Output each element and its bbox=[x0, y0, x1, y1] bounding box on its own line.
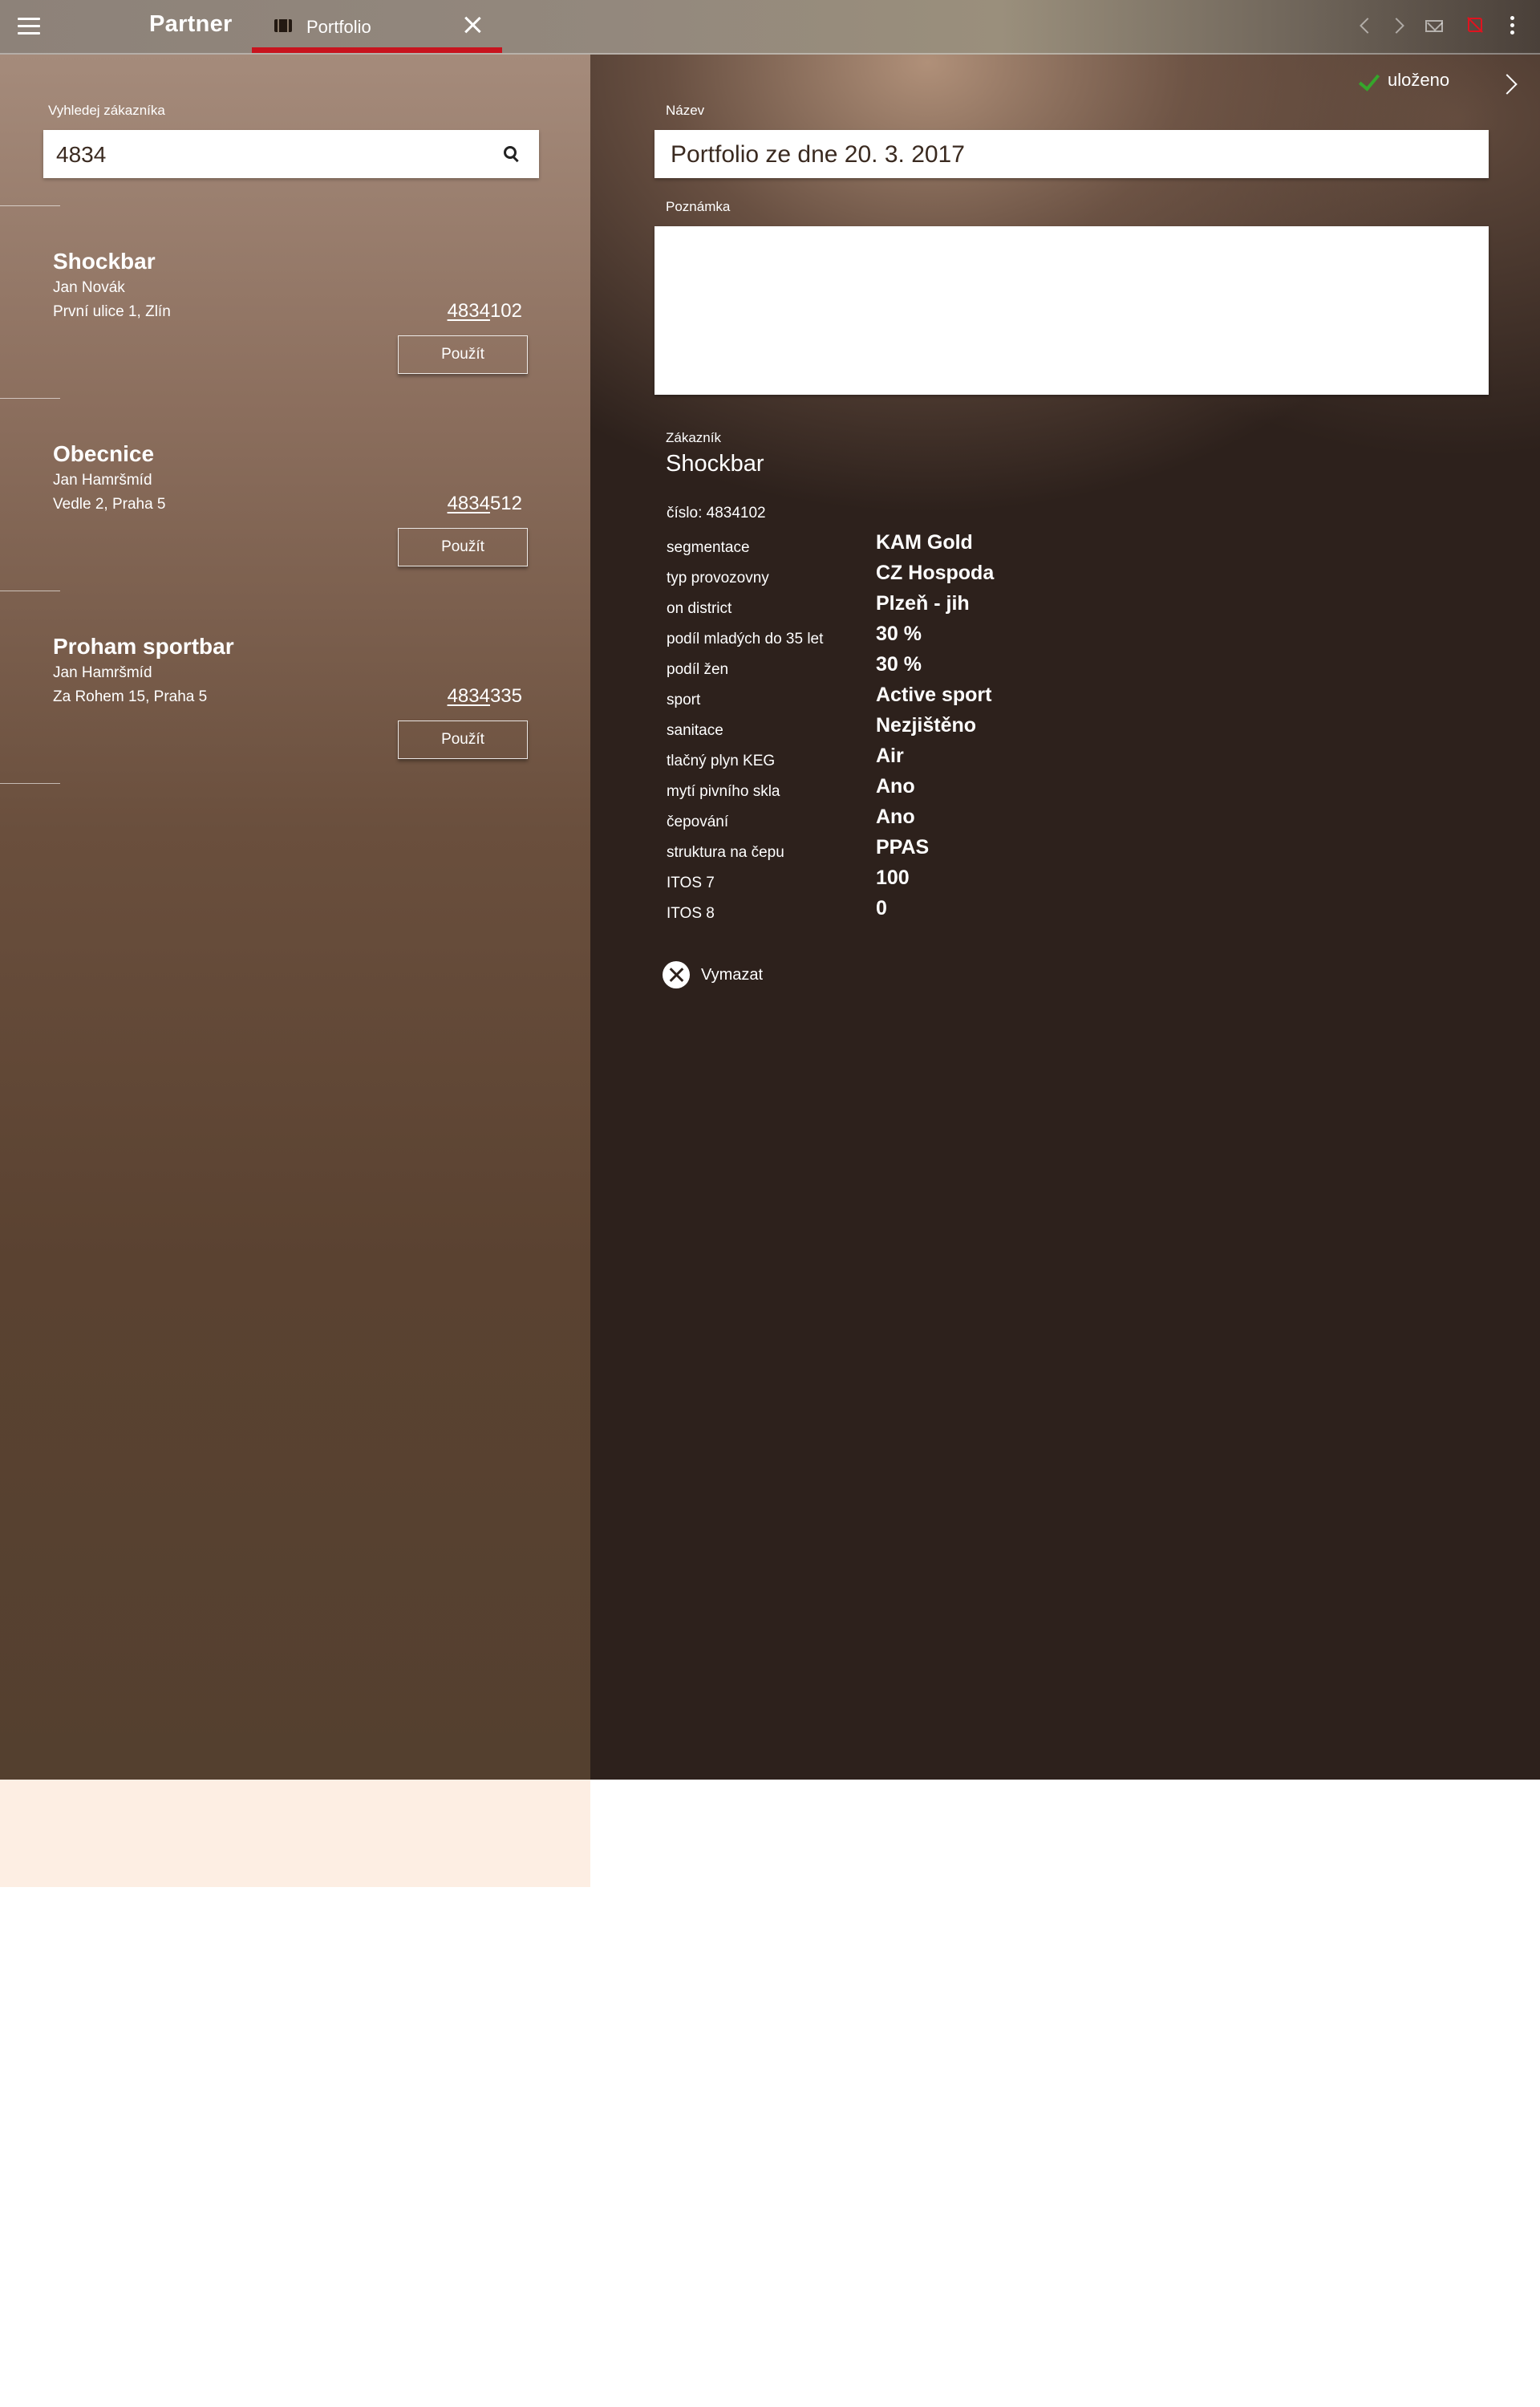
attribute-label: struktura na čepu bbox=[667, 844, 784, 861]
chevron-right-icon[interactable] bbox=[1386, 14, 1410, 39]
attribute-label: ITOS 8 bbox=[667, 905, 715, 922]
result-item[interactable]: Obecnice Jan Hamršmíd Vedle 2, Praha 5 4… bbox=[0, 441, 590, 634]
check-icon bbox=[1358, 69, 1380, 91]
result-number: 4834335 bbox=[448, 685, 522, 708]
attribute-value: 30 % bbox=[876, 623, 922, 645]
result-item[interactable]: Shockbar Jan Novák První ulice 1, Zlín 4… bbox=[0, 249, 590, 441]
divider bbox=[0, 205, 60, 206]
attribute-value: Plzeň - jih bbox=[876, 592, 970, 615]
result-number: 4834102 bbox=[448, 300, 522, 323]
tab-portfolio[interactable]: Portfolio bbox=[252, 0, 502, 53]
attribute-label: segmentace bbox=[667, 539, 750, 556]
x-circle-icon bbox=[663, 961, 690, 988]
left-panel-footer bbox=[0, 1780, 590, 1887]
attribute-label: ITOS 7 bbox=[667, 875, 715, 891]
result-contact: Jan Hamršmíd bbox=[53, 664, 152, 681]
chevron-right-icon[interactable] bbox=[1498, 72, 1522, 96]
attribute-row: segmentace KAM Gold bbox=[667, 531, 1228, 562]
attribute-row: ITOS 7 100 bbox=[667, 867, 1228, 897]
result-number-rest: 102 bbox=[489, 300, 522, 322]
result-address: Vedle 2, Praha 5 bbox=[53, 496, 166, 513]
search-icon[interactable] bbox=[504, 146, 520, 162]
name-input[interactable] bbox=[669, 130, 1474, 180]
customer-label: Zákazník bbox=[666, 430, 721, 445]
result-number: 4834512 bbox=[448, 493, 522, 515]
attribute-row: čepování Ano bbox=[667, 806, 1228, 836]
divider bbox=[0, 783, 60, 784]
attribute-label: sport bbox=[667, 692, 701, 708]
portfolio-icon bbox=[274, 19, 292, 32]
use-button[interactable]: Použít bbox=[398, 528, 528, 566]
search-field bbox=[43, 130, 539, 180]
attribute-value: 100 bbox=[876, 867, 910, 889]
attribute-value: Ano bbox=[876, 775, 915, 798]
close-icon[interactable] bbox=[460, 13, 484, 37]
attribute-value: 0 bbox=[876, 897, 887, 919]
attribute-label: podíl mladých do 35 let bbox=[667, 631, 824, 647]
attribute-value: Ano bbox=[876, 806, 915, 828]
attribute-label: podíl žen bbox=[667, 661, 729, 678]
top-bar: Partner Portfolio bbox=[0, 0, 1540, 55]
result-number-match: 4834 bbox=[447, 685, 490, 707]
attribute-value: Active sport bbox=[876, 684, 992, 706]
hamburger-menu-icon[interactable] bbox=[18, 18, 40, 35]
result-number-match: 4834 bbox=[447, 300, 490, 322]
attribute-row: mytí pivního skla Ano bbox=[667, 775, 1228, 806]
attribute-row: podíl mladých do 35 let 30 % bbox=[667, 623, 1228, 653]
attribute-label: čepování bbox=[667, 814, 729, 830]
attribute-row: podíl žen 30 % bbox=[667, 653, 1228, 684]
attribute-row: sanitace Nezjištěno bbox=[667, 714, 1228, 745]
sync-disabled-icon[interactable] bbox=[1465, 14, 1489, 39]
chevron-left-icon[interactable] bbox=[1352, 14, 1376, 39]
attribute-row: tlačný plyn KEG Air bbox=[667, 745, 1228, 775]
more-vertical-icon[interactable] bbox=[1500, 14, 1524, 39]
attribute-label: on district bbox=[667, 600, 732, 617]
delete-button[interactable]: Vymazat bbox=[663, 961, 783, 990]
name-label: Název bbox=[666, 103, 705, 118]
note-label: Poznámka bbox=[666, 199, 731, 214]
result-name: Proham sportbar bbox=[53, 634, 234, 659]
result-address: Za Rohem 15, Praha 5 bbox=[53, 688, 208, 705]
result-number-rest: 335 bbox=[489, 685, 522, 707]
attribute-row: sport Active sport bbox=[667, 684, 1228, 714]
tab-label: Portfolio bbox=[306, 17, 371, 37]
saved-status: uloženo bbox=[1388, 70, 1450, 90]
customer-number: číslo: 4834102 bbox=[667, 505, 766, 522]
divider bbox=[0, 398, 60, 399]
use-button[interactable]: Použít bbox=[398, 720, 528, 759]
attribute-row: typ provozovny CZ Hospoda bbox=[667, 562, 1228, 592]
attribute-value: Nezjištěno bbox=[876, 714, 977, 737]
attribute-label: typ provozovny bbox=[667, 570, 769, 587]
result-name: Obecnice bbox=[53, 441, 155, 466]
attribute-row: ITOS 8 0 bbox=[667, 897, 1228, 927]
note-textarea[interactable] bbox=[654, 226, 1489, 395]
use-button[interactable]: Použít bbox=[398, 335, 528, 374]
attribute-value: KAM Gold bbox=[876, 531, 973, 554]
search-label: Vyhledej zákazníka bbox=[48, 103, 165, 118]
attribute-label: tlačný plyn KEG bbox=[667, 753, 776, 769]
result-contact: Jan Hamršmíd bbox=[53, 472, 152, 489]
search-input[interactable] bbox=[55, 130, 491, 180]
attribute-label: sanitace bbox=[667, 722, 723, 739]
attribute-value: 30 % bbox=[876, 653, 922, 676]
attribute-value: Air bbox=[876, 745, 904, 767]
result-number-rest: 512 bbox=[489, 493, 522, 514]
result-name: Shockbar bbox=[53, 249, 156, 274]
result-contact: Jan Novák bbox=[53, 279, 125, 296]
delete-label: Vymazat bbox=[701, 966, 764, 984]
result-item[interactable]: Proham sportbar Jan Hamršmíd Za Rohem 15… bbox=[0, 634, 590, 826]
mail-icon[interactable] bbox=[1423, 14, 1447, 39]
customer-name: Shockbar bbox=[666, 451, 764, 477]
attribute-label: mytí pivního skla bbox=[667, 783, 780, 800]
portfolio-detail-panel: uloženo Název Poznámka Zákazník Shockbar… bbox=[590, 55, 1540, 1780]
attribute-value: CZ Hospoda bbox=[876, 562, 995, 584]
attribute-value: PPAS bbox=[876, 836, 930, 858]
customer-search-panel: Vyhledej zákazníka Shockbar Jan Novák Pr… bbox=[0, 55, 590, 1780]
name-field bbox=[654, 130, 1489, 180]
app-brand: Partner bbox=[149, 11, 233, 37]
result-address: První ulice 1, Zlín bbox=[53, 303, 171, 320]
result-number-match: 4834 bbox=[447, 493, 490, 514]
attribute-row: on district Plzeň - jih bbox=[667, 592, 1228, 623]
attribute-row: struktura na čepu PPAS bbox=[667, 836, 1228, 867]
